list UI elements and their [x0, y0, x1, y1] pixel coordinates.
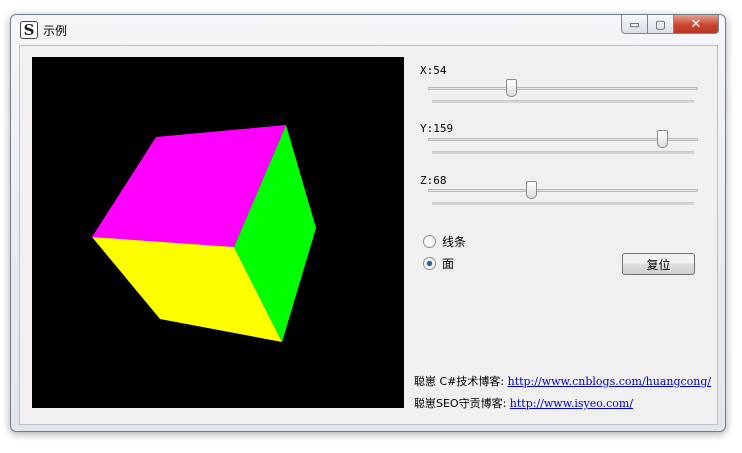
app-icon: S: [20, 21, 38, 39]
radio-solid-label: 面: [442, 257, 455, 271]
z-slider-rail: [428, 189, 698, 192]
window-controls: ▭ ▢ ✕: [621, 15, 719, 34]
close-button[interactable]: ✕: [674, 15, 719, 34]
minimize-icon: ▭: [629, 17, 640, 31]
minimize-button[interactable]: ▭: [621, 15, 648, 34]
radio-wireframe-label: 线条: [442, 235, 467, 249]
link-label-cnblogs: 聪崽 C#技术博客:: [414, 375, 505, 388]
z-slider-ticks: [432, 202, 694, 205]
x-label: X:54: [420, 64, 447, 77]
x-slider-rail: [428, 87, 698, 90]
x-slider[interactable]: [428, 79, 698, 109]
y-slider-thumb[interactable]: [656, 130, 668, 148]
radio-wireframe-circle[interactable]: [423, 235, 436, 248]
y-slider[interactable]: [428, 130, 698, 160]
close-icon: ✕: [690, 16, 702, 32]
reset-button[interactable]: 复位: [622, 253, 695, 275]
app-window: S 示例 ▭ ▢ ✕ X:54 Y:159 Z:68 线条 面 复位 聪崽 C#…: [10, 14, 726, 432]
window-title: 示例: [43, 24, 68, 38]
radio-solid-circle[interactable]: [423, 257, 436, 270]
z-slider[interactable]: [428, 181, 698, 211]
y-slider-ticks: [432, 151, 694, 154]
link-row-cnblogs: 聪崽 C#技术博客: http://www.cnblogs.com/huangc…: [414, 373, 711, 389]
maximize-icon: ▢: [655, 17, 666, 31]
x-slider-ticks: [432, 100, 694, 103]
link-isyeo[interactable]: http://www.isyeo.com/: [510, 397, 633, 410]
x-slider-thumb[interactable]: [506, 79, 518, 97]
link-row-isyeo: 聪崽SEO守贡博客: http://www.isyeo.com/: [414, 395, 633, 411]
render-canvas[interactable]: [32, 57, 404, 408]
client-area: X:54 Y:159 Z:68 线条 面 复位 聪崽 C#技术博客: http:…: [19, 45, 718, 425]
link-label-isyeo: 聪崽SEO守贡博客:: [414, 397, 507, 410]
title-bar[interactable]: S 示例 ▭ ▢ ✕: [11, 15, 725, 45]
radio-wireframe[interactable]: 线条: [423, 233, 466, 250]
link-cnblogs[interactable]: http://www.cnblogs.com/huangcong/: [508, 375, 712, 388]
maximize-button[interactable]: ▢: [648, 15, 674, 34]
cube-view: [92, 125, 316, 342]
z-slider-thumb[interactable]: [526, 181, 538, 199]
radio-solid[interactable]: 面: [423, 255, 454, 272]
